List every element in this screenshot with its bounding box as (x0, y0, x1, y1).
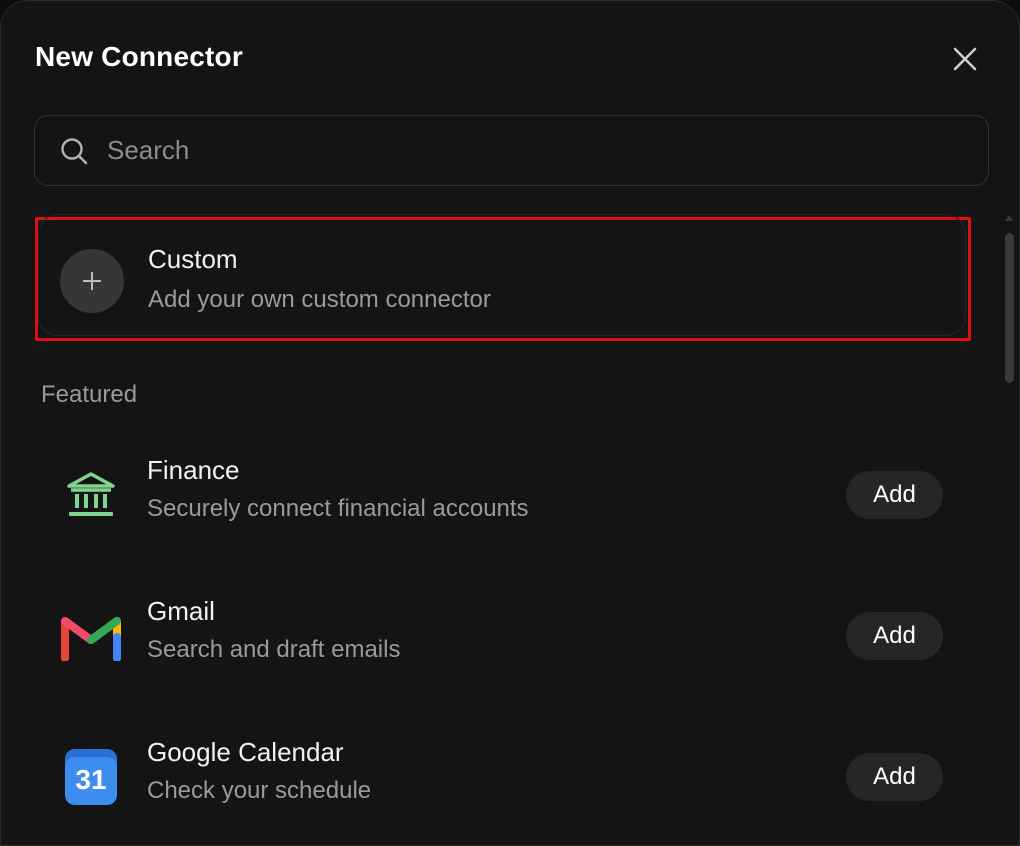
add-finance-button[interactable]: Add (846, 471, 943, 519)
google-calendar-icon: 31 (59, 747, 123, 807)
search-icon (59, 136, 89, 166)
custom-connector-card (38, 214, 966, 336)
custom-connector-item[interactable]: Custom Add your own custom connector (35, 214, 971, 341)
custom-title: Custom (148, 244, 238, 274)
gmail-icon (59, 606, 123, 666)
plus-icon (83, 272, 101, 290)
google-calendar-subtitle: Check your schedule (147, 777, 372, 804)
close-icon (953, 47, 977, 71)
finance-subtitle: Securely connect financial accounts (147, 495, 529, 522)
custom-subtitle: Add your own custom connector (148, 286, 491, 313)
gmail-title: Gmail (147, 596, 215, 626)
scrollbar-thumb[interactable] (1005, 233, 1014, 383)
add-gmail-button[interactable]: Add (846, 612, 943, 660)
scrollbar-up-arrow[interactable] (1005, 215, 1013, 221)
connector-item-google-calendar[interactable]: 31 Google Calendar Check your schedule A… (41, 723, 961, 833)
add-google-calendar-button[interactable]: Add (846, 753, 943, 801)
finance-title: Finance (147, 455, 240, 485)
connector-item-gmail[interactable]: Gmail Search and draft emails Add (41, 582, 961, 692)
custom-plus-button (60, 249, 124, 313)
search-input[interactable] (107, 116, 988, 185)
close-button[interactable] (945, 39, 985, 79)
gmail-subtitle: Search and draft emails (147, 636, 401, 663)
dialog-title: New Connector (35, 41, 243, 72)
connector-item-finance[interactable]: Finance Securely connect financial accou… (41, 441, 961, 551)
google-calendar-title: Google Calendar (147, 737, 344, 767)
new-connector-dialog: New Connector Custom Add your own custom… (0, 0, 1020, 846)
featured-section-label: Featured (41, 381, 138, 408)
calendar-day-number: 31 (75, 764, 107, 795)
search-box[interactable] (34, 115, 989, 186)
bank-icon (59, 465, 123, 525)
